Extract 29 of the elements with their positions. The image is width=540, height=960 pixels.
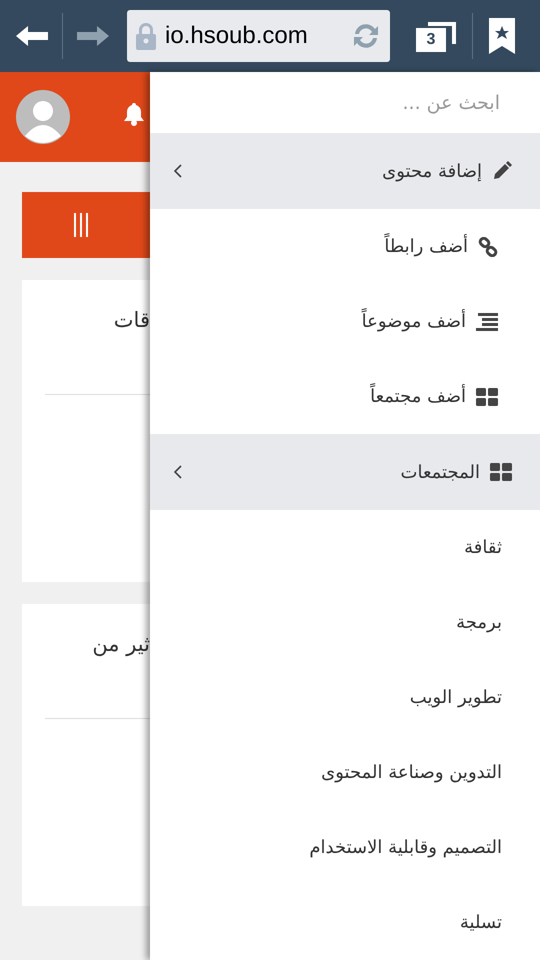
bars-icon [74,213,88,237]
pencil-icon [492,161,512,181]
menu-item[interactable]: أضف مجتمعاً [150,359,540,434]
menu-item[interactable]: أضف موضوعاً [150,284,540,359]
grid-icon [476,388,498,406]
post-title: قات [114,308,150,332]
menu-item[interactable]: التدوين وصناعة المحتوى [150,735,540,810]
lock-icon [135,22,157,50]
list-icon [476,312,498,332]
avatar-icon[interactable] [16,90,70,144]
url-field[interactable]: io.hsoub.com [127,10,390,62]
back-icon[interactable] [16,24,48,48]
link-icon [478,236,498,256]
chevron-icon [174,465,182,479]
post-title: ثير من [92,632,150,656]
chevron-icon [174,164,182,178]
menu-item[interactable]: برمجة [150,585,540,660]
menu-section[interactable]: إضافة محتوى [150,133,540,209]
bookmark-icon[interactable] [489,18,515,54]
forward-icon[interactable] [77,24,109,48]
menu-item[interactable]: تسلية [150,885,540,960]
search-field[interactable]: ابحث عن ... [198,90,502,114]
menu-item[interactable]: تطوير الويب [150,660,540,735]
menu-section[interactable]: المجتمعات [150,434,540,510]
menu-item[interactable]: ثقافة [150,510,540,585]
bell-icon[interactable] [123,102,145,126]
menu-item[interactable]: أضف رابطاً [150,209,540,284]
menu-item[interactable]: التصميم وقابلية الاستخدام [150,810,540,885]
grid-icon [490,463,512,481]
